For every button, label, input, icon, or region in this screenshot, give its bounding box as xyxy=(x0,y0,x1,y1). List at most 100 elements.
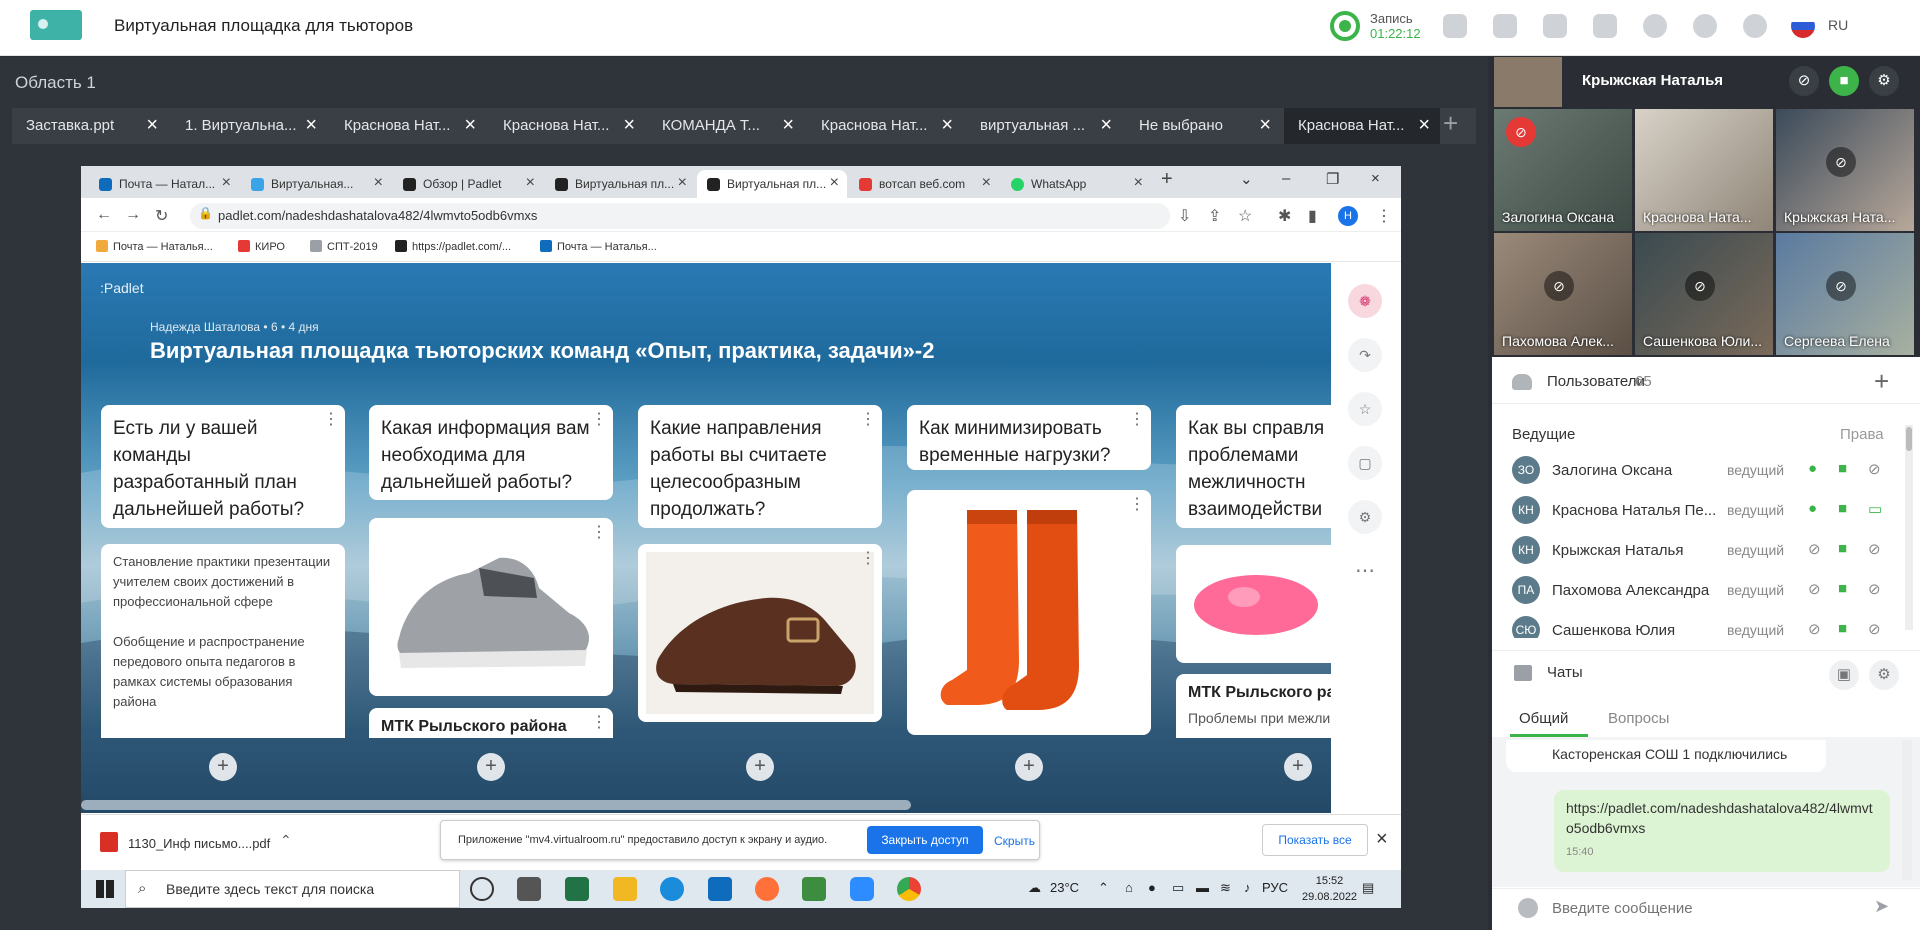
tray-chevron-icon[interactable]: ⌃ xyxy=(1098,880,1109,896)
column-header-card[interactable]: Какие направления работы вы считаете цел… xyxy=(638,405,882,528)
show-all-button[interactable]: Показать все xyxy=(1262,824,1368,856)
doc-tab[interactable]: Не выбрано × xyxy=(1125,108,1281,144)
mic-muted-icon[interactable]: ⊘ xyxy=(1808,620,1821,638)
browser-tab[interactable]: Обзор | Padlet × xyxy=(393,170,543,198)
post-card[interactable]: Становление практики презентации учителе… xyxy=(101,544,345,738)
input-language[interactable]: РУС xyxy=(1262,880,1288,895)
star-icon[interactable]: ☆ xyxy=(1348,392,1382,426)
install-icon[interactable]: ⇩ xyxy=(1178,206,1191,226)
close-icon[interactable]: × xyxy=(678,174,687,192)
doc-tab[interactable]: 1. Виртуальна... × xyxy=(171,108,327,144)
russian-flag-icon[interactable] xyxy=(1791,14,1815,38)
video-tile[interactable]: ⊘ Крыжская Ната... xyxy=(1776,109,1914,231)
mic-muted-icon[interactable]: ⊘ xyxy=(1808,580,1821,598)
close-icon[interactable]: × xyxy=(623,114,635,137)
bookmark-item[interactable]: Почта — Наталья... xyxy=(540,240,657,253)
self-video[interactable] xyxy=(1494,57,1562,107)
camera-icon[interactable]: ■ xyxy=(1838,620,1847,637)
doc-tab[interactable]: Краснова Нат... × xyxy=(807,108,963,144)
reload-icon[interactable]: ↻ xyxy=(155,206,168,226)
close-icon[interactable]: × xyxy=(1259,114,1271,137)
wifi-icon[interactable]: ≋ xyxy=(1220,880,1231,896)
forward-arrow-icon[interactable]: → xyxy=(125,206,141,224)
column-header-card[interactable]: Какая информация вам необходима для даль… xyxy=(369,405,613,500)
weather-temp[interactable]: 23°C xyxy=(1050,880,1079,895)
microphone-icon[interactable]: ● xyxy=(1148,880,1156,895)
video-tile[interactable]: ⊘ Сашенкова Юли... xyxy=(1635,233,1773,355)
doc-tab[interactable]: Краснова Нат... × xyxy=(489,108,645,144)
browser-tab[interactable]: Виртуальная... × xyxy=(241,170,391,198)
bookmark-item[interactable]: КИРО xyxy=(238,240,285,253)
close-icon[interactable]: × xyxy=(830,174,839,192)
bookmark-item[interactable]: https://padlet.com/... xyxy=(395,240,511,253)
tab-questions[interactable]: Вопросы xyxy=(1608,710,1669,727)
video-tile[interactable]: ⊘ Сергеева Елена xyxy=(1776,233,1914,355)
doc-tab[interactable]: виртуальная ... × xyxy=(966,108,1122,144)
post-card[interactable]: МТК Рыльского ра Проблемы при межли xyxy=(1176,674,1336,738)
zoom-icon[interactable] xyxy=(850,877,874,901)
screen-share-icon[interactable]: ▭ xyxy=(1868,500,1882,518)
more-dots-icon[interactable]: ⋯ xyxy=(1348,554,1382,588)
maximize-icon[interactable]: ❐ xyxy=(1326,170,1339,188)
more-dots-icon[interactable]: ⋮ xyxy=(1129,494,1145,514)
doc-tab[interactable]: Заставка.ppt × xyxy=(12,108,168,144)
close-icon[interactable]: × xyxy=(1418,114,1430,137)
new-tab-icon[interactable]: + xyxy=(1161,168,1173,191)
file-explorer-icon[interactable] xyxy=(613,877,637,901)
more-dots-icon[interactable]: ⋮ xyxy=(323,409,339,429)
firefox-icon[interactable] xyxy=(755,877,779,901)
screen-share-off-icon[interactable]: ⊘ xyxy=(1868,460,1881,478)
add-post-button[interactable]: + xyxy=(209,753,237,781)
padlet-logo[interactable]: :Padlet xyxy=(100,280,144,296)
video-tile[interactable]: ⊘ Пахомова Алек... xyxy=(1494,233,1632,355)
profile-avatar[interactable]: H xyxy=(1338,206,1358,226)
browser-tab[interactable]: Почта — Натал... × xyxy=(89,170,239,198)
network-icon[interactable]: ⌂ xyxy=(1125,880,1133,895)
address-url[interactable]: padlet.com/nadeshdashatalova482/4lwmvto5… xyxy=(218,208,537,223)
close-icon[interactable]: × xyxy=(305,114,317,137)
add-post-button[interactable]: + xyxy=(746,753,774,781)
display-icon[interactable]: ▭ xyxy=(1172,880,1184,896)
mic-muted-icon[interactable]: ⊘ xyxy=(1789,66,1819,96)
emoji-icon[interactable] xyxy=(1518,898,1538,918)
tab-search-chevron-icon[interactable]: ⌄ xyxy=(1240,170,1253,188)
settings-gear-icon[interactable]: ⚙ xyxy=(1348,500,1382,534)
user-row[interactable]: СЮ Сашенкова Юлия ведущий ⊘ ■ ⊘ xyxy=(1512,610,1902,638)
user-row[interactable]: ЗО Залогина Оксана ведущий ● ■ ⊘ xyxy=(1512,450,1902,490)
record-indicator-icon[interactable] xyxy=(1330,11,1360,41)
screen-share-icon[interactable] xyxy=(1493,14,1517,38)
more-dots-icon[interactable]: ⋮ xyxy=(1129,409,1145,429)
video-tile[interactable]: ⊘ Залогина Оксана xyxy=(1494,109,1632,231)
close-icon[interactable]: × xyxy=(146,114,158,137)
stop-sharing-button[interactable]: Закрыть доступ xyxy=(867,826,983,854)
task-view-icon[interactable] xyxy=(517,877,541,901)
document-icon[interactable] xyxy=(1543,14,1567,38)
more-dots-icon[interactable]: ⋮ xyxy=(860,548,876,568)
add-tab-icon[interactable]: + xyxy=(1443,108,1458,139)
edge-icon[interactable] xyxy=(660,877,684,901)
user-row[interactable]: КН Крыжская Наталья ведущий ⊘ ■ ⊘ xyxy=(1512,530,1902,570)
cortana-icon[interactable] xyxy=(470,877,494,901)
doc-tab-active[interactable]: Краснова Нат... × xyxy=(1284,108,1440,144)
back-arrow-icon[interactable]: ← xyxy=(96,206,112,224)
message-link[interactable]: https://padlet.com/nadeshdashatalova482/… xyxy=(1566,800,1873,836)
column-header-card[interactable]: Как минимизировать временные нагрузки? ⋮ xyxy=(907,405,1151,470)
bookmark-item[interactable]: Почта — Наталья... xyxy=(96,240,213,253)
doc-tab[interactable]: КОМАНДА Т... × xyxy=(648,108,804,144)
slideshow-icon[interactable]: ▢ xyxy=(1348,446,1382,480)
add-post-button[interactable]: + xyxy=(1284,753,1312,781)
extensions-puzzle-icon[interactable]: ✱ xyxy=(1278,206,1291,226)
photos-icon[interactable] xyxy=(802,877,826,901)
close-icon[interactable]: × xyxy=(464,114,476,137)
post-image-card[interactable]: ⋮ xyxy=(369,518,613,696)
browser-tab[interactable]: Виртуальная пл... × xyxy=(545,170,695,198)
bookmark-star-icon[interactable]: ☆ xyxy=(1238,206,1252,226)
close-icon[interactable]: × xyxy=(1100,114,1112,137)
side-panel-icon[interactable]: ▮ xyxy=(1308,206,1317,226)
more-dots-icon[interactable]: ⋮ xyxy=(591,712,607,732)
users-scrollbar[interactable] xyxy=(1905,425,1913,630)
camera-icon[interactable]: ■ xyxy=(1829,66,1859,96)
info-icon[interactable] xyxy=(1693,14,1717,38)
add-user-icon[interactable]: + xyxy=(1874,366,1889,397)
share-icon[interactable]: ⇪ xyxy=(1208,206,1221,226)
